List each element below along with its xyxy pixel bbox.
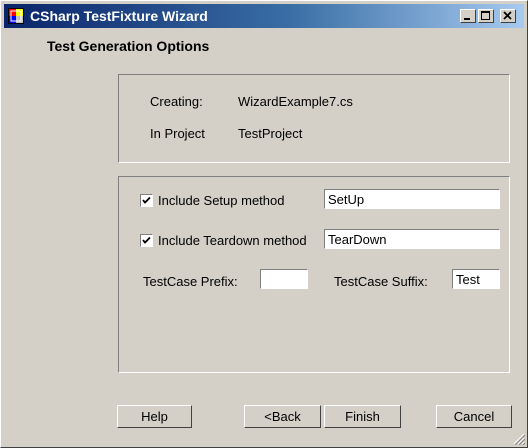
prefix-label: TestCase Prefix: [143, 274, 238, 289]
app-icon [8, 8, 24, 24]
window-title: CSharp TestFixture Wizard [30, 8, 208, 24]
info-group [118, 74, 510, 163]
title-bar[interactable]: CSharp TestFixture Wizard [4, 4, 524, 28]
teardown-label[interactable]: Include Teardown method [158, 233, 307, 248]
prefix-input[interactable] [260, 269, 308, 289]
resize-grip-icon[interactable] [513, 433, 526, 446]
help-button[interactable]: Help [117, 405, 192, 428]
project-label: In Project [150, 126, 205, 141]
teardown-checkbox[interactable] [140, 234, 153, 247]
setup-checkbox[interactable] [140, 194, 153, 207]
maximize-icon [481, 11, 490, 20]
wizard-window: CSharp TestFixture Wizard Test Generatio… [0, 0, 528, 448]
close-icon [503, 11, 512, 20]
suffix-label: TestCase Suffix: [334, 274, 428, 289]
setup-method-input[interactable] [324, 189, 500, 209]
checkmark-icon [142, 236, 151, 244]
creating-value: WizardExample7.cs [238, 94, 353, 109]
suffix-input[interactable] [452, 269, 500, 289]
minimize-icon [464, 18, 470, 20]
project-value: TestProject [238, 126, 303, 141]
close-button[interactable] [500, 9, 516, 23]
back-button[interactable]: <Back [244, 405, 321, 428]
page-heading: Test Generation Options [47, 38, 210, 54]
setup-label[interactable]: Include Setup method [158, 193, 284, 208]
creating-label: Creating: [150, 94, 203, 109]
teardown-method-input[interactable] [324, 229, 500, 249]
finish-button[interactable]: Finish [324, 405, 401, 428]
cancel-button[interactable]: Cancel [436, 405, 512, 428]
checkmark-icon [142, 196, 151, 204]
minimize-button[interactable] [460, 9, 476, 23]
maximize-button[interactable] [478, 9, 494, 23]
